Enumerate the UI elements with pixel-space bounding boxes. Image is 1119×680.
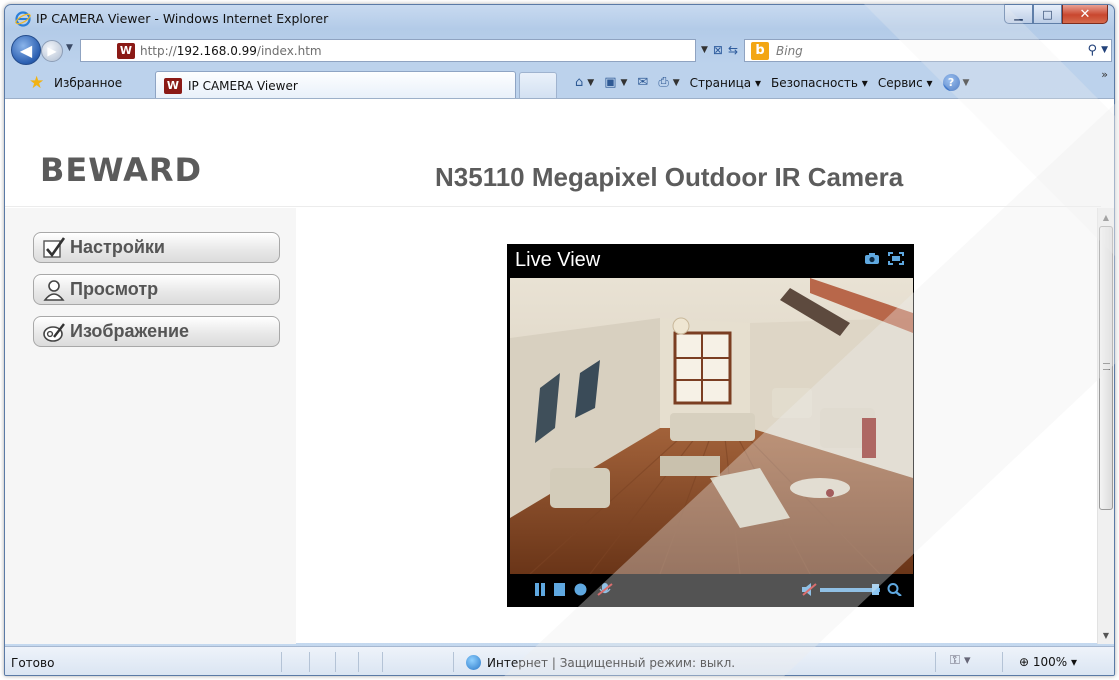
favorites-star-icon[interactable]: ★ [29,73,44,93]
page-menu[interactable]: Страница ▾ [690,76,761,90]
command-bar: ⌂ ▼ ▣ ▼ ✉ ⎙ ▼ Страница ▾ Безопасность ▾ Сер… [575,74,969,91]
search-placeholder: Bing [776,43,803,58]
menu-label-image: Изображение [70,321,190,341]
pause-icon[interactable] [534,583,546,596]
checkmark-icon [42,236,66,260]
menu-button-settings[interactable]: Настройки [33,232,280,263]
mail-icon[interactable]: ✉ [637,75,648,90]
window-controls: ▁ □ ✕ [1004,5,1108,25]
maximize-icon: □ [1042,7,1053,21]
speaker-mute-icon[interactable] [801,583,817,596]
status-divider [358,652,359,672]
recent-pages-dropdown-icon[interactable]: ▼ [66,43,73,53]
status-bar: Готово Интернет | Защищенный режим: выкл… [5,646,1114,675]
zoom-icon[interactable] [887,583,902,596]
minimize-button[interactable]: ▁ [1004,5,1033,24]
compatibility-view-icon[interactable]: ⊠ [713,43,723,57]
favorites-bar: ★ Избранное W IP CAMERA Viewer ⌂ ▼ ▣ ▼ ✉ ⎙… [5,68,1114,99]
address-dropdown-icon[interactable]: ▼ [701,45,708,55]
search-options-dropdown-icon[interactable]: ▼ [1101,45,1108,55]
user-icon [42,278,66,302]
live-view-player: Live View [507,244,914,607]
fullscreen-icon[interactable] [888,252,904,265]
security-zone-text: Интернет | Защищенный режим: выкл. [487,655,736,670]
search-icon[interactable]: ⚲ [1087,43,1097,58]
menu-button-image[interactable]: Изображение [33,316,280,347]
home-icon[interactable]: ⌂ [575,75,583,90]
status-divider [309,652,310,672]
status-ready-text: Готово [11,656,55,670]
tab-favicon-icon: W [164,77,182,94]
status-divider [935,652,936,672]
internet-explorer-icon [15,11,31,27]
menu-label-view: Просмотр [70,279,159,299]
print-icon[interactable]: ⎙ [658,75,668,90]
protected-mode-icon[interactable]: ⚿ ▾ [950,653,971,668]
feeds-icon[interactable]: ▣ [604,75,616,90]
internet-globe-icon [466,655,481,670]
url-text: http://192.168.0.99/index.htm [140,43,322,58]
player-controls [507,573,914,607]
address-field[interactable]: W http://192.168.0.99/index.htm ▼ ⊠ ⇆ ✕ [80,39,753,62]
camera-title: N35110 Megapixel Outdoor IR Camera [435,162,904,192]
image-edit-icon [42,320,66,344]
side-menu: Настройки Просмотр Изображение [5,208,296,644]
minimize-icon: ▁ [1014,7,1023,21]
browser-window: IP CAMERA Viewer - Windows Internet Expl… [4,4,1115,676]
zoom-level[interactable]: ⊕ 100% ▾ [1019,655,1077,669]
scroll-grip-icon [1103,363,1110,370]
scroll-thumb[interactable] [1099,226,1113,510]
camera-video-frame [510,278,913,574]
vertical-scrollbar[interactable]: ▲ ▼ [1097,208,1114,644]
back-arrow-icon: ◀ [19,40,33,60]
print-dropdown-icon[interactable]: ▼ [673,78,680,88]
player-header: Live View [507,244,914,274]
home-dropdown-icon[interactable]: ▼ [587,78,594,88]
new-tab-button[interactable] [519,72,557,98]
page-content: BEWARD N35110 Megapixel Outdoor IR Camer… [5,98,1114,644]
window-title: IP CAMERA Viewer - Windows Internet Expl… [36,11,329,26]
service-menu[interactable]: Сервис ▾ [878,76,933,90]
status-divider [335,652,336,672]
scroll-up-icon[interactable]: ▲ [1098,209,1114,225]
close-button[interactable]: ✕ [1062,5,1108,24]
tab-label: IP CAMERA Viewer [188,78,298,93]
volume-slider[interactable] [820,583,880,596]
site-favicon-icon: W [117,42,135,59]
menu-button-view[interactable]: Просмотр [33,274,280,305]
tab-ip-camera-viewer[interactable]: W IP CAMERA Viewer [155,71,516,99]
search-field[interactable]: b Bing ⚲ ▼ [744,39,1112,62]
status-divider [281,652,282,672]
forward-button[interactable]: ▶ [41,40,63,62]
safety-menu[interactable]: Безопасность ▾ [771,76,868,90]
toolbar-overflow-icon[interactable]: » [1101,68,1108,81]
close-icon: ✕ [1079,6,1091,22]
player-title: Live View [515,249,601,271]
favorites-button[interactable]: Избранное [54,76,122,90]
help-dropdown-icon[interactable]: ▼ [963,78,970,88]
mic-off-icon[interactable] [597,583,613,596]
back-button[interactable]: ◀ [11,35,41,65]
menu-label-settings: Настройки [70,237,165,257]
address-row: ◀ ▶ ▼ W http://192.168.0.99/index.htm ▼ … [5,33,1114,67]
snapshot-camera-icon[interactable] [864,252,880,265]
help-icon[interactable]: ? [942,74,960,91]
status-divider [382,652,383,672]
feeds-dropdown-icon[interactable]: ▼ [620,78,627,88]
status-divider [453,652,454,672]
scroll-down-icon[interactable]: ▼ [1098,627,1114,643]
status-divider [1002,652,1003,672]
stop-icon[interactable] [553,583,566,596]
record-icon[interactable] [574,583,587,596]
maximize-button[interactable]: □ [1033,5,1062,24]
page-header: BEWARD N35110 Megapixel Outdoor IR Camer… [5,99,1101,207]
refresh-icon[interactable]: ⇆ [728,43,738,57]
bing-icon: b [751,41,769,60]
forward-arrow-icon: ▶ [47,44,57,58]
security-zone[interactable]: Интернет | Защищенный режим: выкл. [466,655,735,670]
title-bar: IP CAMERA Viewer - Windows Internet Expl… [5,5,1114,33]
beward-logo: BEWARD [40,151,203,189]
